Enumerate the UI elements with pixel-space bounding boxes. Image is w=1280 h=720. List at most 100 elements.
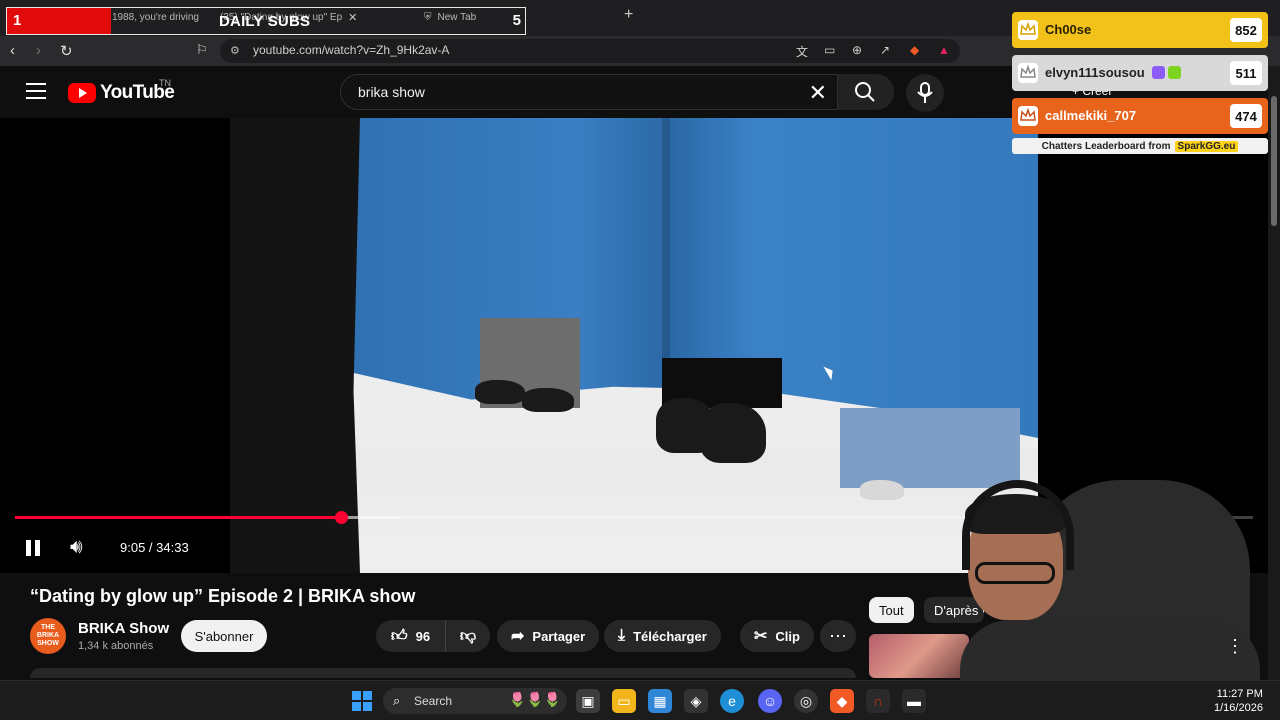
dislike-button[interactable]: 👎︎ [446, 620, 490, 652]
more-actions-icon[interactable]: ⋯ [820, 620, 856, 652]
brave-icon[interactable]: ◆ [830, 689, 854, 713]
chip-all[interactable]: Tout [869, 597, 914, 623]
time-display: 9:05 / 34:33 [120, 540, 189, 555]
video-title: “Dating by glow up” Episode 2 | BRIKA sh… [30, 586, 416, 606]
share-button[interactable]: ➦ Partager [497, 620, 600, 652]
translate-icon[interactable]: 文 [796, 43, 808, 60]
new-tab-button[interactable]: + [624, 6, 633, 24]
brave-shield-icon[interactable]: ◆ [910, 43, 919, 57]
discord-icon[interactable]: ☺ [758, 689, 782, 713]
clear-search-icon[interactable]: ✕ [809, 80, 827, 106]
mic-icon [917, 82, 933, 103]
youtube-play-icon [68, 83, 96, 103]
scrollbar-thumb[interactable] [1271, 96, 1277, 226]
leaderboard-name: elvyn111sousou [1045, 65, 1145, 80]
search-value[interactable]: brika show [358, 84, 425, 100]
daily-subs-current: 1 [13, 12, 22, 29]
back-icon[interactable]: ‹ [10, 42, 15, 59]
system-clock[interactable]: 11:27 PM 1/16/2026 [1214, 687, 1263, 715]
voice-search-button[interactable] [906, 74, 944, 112]
app-icon[interactable]: ▬ [902, 689, 926, 713]
glasses [975, 562, 1055, 584]
store-icon[interactable]: ▦ [648, 689, 672, 713]
related-video-thumbnail[interactable] [869, 634, 969, 678]
video-frame [230, 118, 1038, 573]
channel-avatar[interactable]: THE BRIKA SHOW [30, 618, 66, 654]
scrubber-handle[interactable] [334, 511, 348, 524]
search-icon: ⌕ [393, 693, 401, 708]
description-box[interactable] [30, 668, 856, 678]
played-bar [15, 516, 341, 519]
clock-time: 11:27 PM [1216, 688, 1263, 700]
thumbs-down-icon: 👎︎ [459, 627, 477, 645]
pause-button[interactable] [26, 540, 40, 556]
chatters-leaderboard: Ch00se 852 elvyn111sousou 511 callmekiki… [1012, 12, 1268, 154]
app-icon[interactable]: ∩ [866, 689, 890, 713]
sparkgg-logo: SparkGG.eu [1174, 140, 1239, 152]
thumbs-up-icon: 👍︎ [390, 627, 408, 645]
daily-subs-overlay: 1 DAILY SUBS 5 [6, 7, 526, 35]
daily-subs-progress [7, 8, 111, 34]
subscriber-count: 1,34 k abonnés [78, 640, 154, 652]
app-icon[interactable]: ◈ [684, 689, 708, 713]
forward-icon[interactable]: › [36, 42, 41, 59]
volume-icon[interactable]: 🔊︎ [70, 536, 83, 559]
zoom-icon[interactable]: ⊕ [852, 43, 862, 57]
search-input[interactable]: brika show ✕ [340, 74, 838, 110]
clock-date: 1/16/2026 [1214, 702, 1263, 714]
reload-icon[interactable]: ↻ [60, 42, 73, 60]
headset-icon [962, 480, 1074, 570]
channel-name[interactable]: BRIKA Show [78, 620, 169, 637]
share-icon[interactable]: ↗ [880, 43, 890, 57]
person-silhouette [230, 118, 360, 573]
scissors-icon: ✂ [754, 628, 768, 645]
crown-icon [1018, 20, 1038, 40]
daily-subs-goal: 5 [512, 12, 521, 29]
url-text[interactable]: youtube.com/watch?v=Zh_9Hk2av-A [253, 43, 449, 57]
leaderboard-footer-text: Chatters Leaderboard from [1041, 140, 1171, 152]
download-label: Télécharger [633, 628, 707, 644]
leaderboard-row: Ch00se 852 [1012, 12, 1268, 48]
site-info-icon[interactable]: ⚙ [230, 44, 240, 57]
leaderboard-score: 511 [1230, 61, 1262, 85]
subscribe-button[interactable]: S'abonner [181, 620, 267, 652]
search-icon [855, 82, 875, 102]
brave-rewards-icon[interactable]: ▲ [938, 43, 950, 57]
bookmark-icon[interactable]: ⚐ [196, 42, 208, 58]
clip-button[interactable]: ✂ Clip [740, 620, 814, 652]
chat-badges [1152, 66, 1181, 79]
address-bar[interactable]: ⚙ youtube.com/watch?v=Zh_9Hk2av-A 文 ▭ ⊕ … [220, 39, 960, 63]
leaderboard-row: callmekiki_707 474 [1012, 98, 1268, 134]
cast-icon[interactable]: ▭ [824, 43, 835, 57]
leaderboard-name: Ch00se [1045, 22, 1092, 37]
tulips-icon: 🌷🌷🌷 [508, 691, 561, 707]
windows-taskbar: ⌕ Search 🌷🌷🌷 ▣ ▭ ▦ ◈ e ☺ ◎ ◆ ∩ ▬ 11:27 P… [0, 680, 1280, 720]
obs-icon[interactable]: ◎ [794, 689, 818, 713]
like-dislike-group: 👍︎ 96 👎︎ [376, 620, 490, 652]
file-explorer-icon[interactable]: ▭ [612, 689, 636, 713]
menu-icon[interactable] [26, 83, 46, 99]
star-badge-icon [1168, 66, 1181, 79]
search-button[interactable] [838, 74, 894, 110]
leaderboard-score: 852 [1230, 18, 1262, 42]
taskbar-search-label: Search [414, 694, 453, 708]
taskbar-search[interactable]: ⌕ Search 🌷🌷🌷 [383, 688, 567, 714]
clip-label: Clip [775, 628, 800, 644]
download-button[interactable]: ⤓ Télécharger [604, 620, 721, 652]
badge-icon [1152, 66, 1165, 79]
download-icon: ⤓ [618, 627, 626, 644]
more-vertical-icon[interactable]: ⋮ [1226, 636, 1244, 657]
daily-subs-title: DAILY SUBS [219, 13, 311, 30]
share-label: Partager [532, 628, 586, 644]
country-code: TN [159, 78, 171, 88]
leaderboard-score: 474 [1230, 104, 1262, 128]
crown-icon [1018, 106, 1038, 126]
share-arrow-icon: ➦ [511, 628, 525, 645]
leaderboard-footer: Chatters Leaderboard from SparkGG.eu [1012, 138, 1268, 154]
leaderboard-name: callmekiki_707 [1045, 108, 1137, 123]
page-scrollbar[interactable] [1268, 66, 1280, 680]
edge-icon[interactable]: e [720, 689, 744, 713]
windows-start-icon[interactable] [352, 691, 372, 711]
like-button[interactable]: 👍︎ 96 [376, 620, 446, 652]
task-view-icon[interactable]: ▣ [576, 689, 600, 713]
